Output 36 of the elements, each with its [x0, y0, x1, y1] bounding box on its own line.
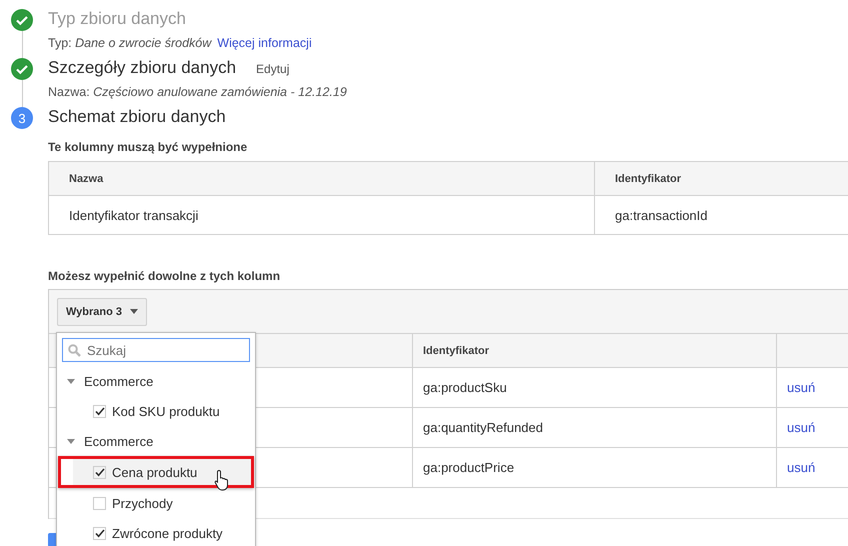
step-title: Szczegóły zbioru danych	[48, 58, 236, 78]
column-selector-button[interactable]: Wybrano 3	[57, 298, 148, 326]
detail-text: Typ: Dane o zwrocie środków	[48, 36, 212, 50]
menu-item[interactable]: Zwrócone produkty	[73, 521, 251, 545]
menu-item[interactable]: Kod SKU produktu	[73, 399, 251, 423]
remove-link[interactable]: usuń	[787, 420, 816, 435]
checkbox[interactable]	[93, 496, 106, 510]
column-header: Nazwa	[48, 162, 594, 196]
table-cell: ga:productSku	[412, 368, 776, 408]
checkbox[interactable]	[93, 466, 106, 478]
table-cell: ga:quantityRefunded	[412, 408, 776, 448]
table-cell: ga:productPrice	[412, 448, 776, 488]
step-title: Schemat zbioru danych	[48, 107, 226, 127]
column-header: Identyfikator	[594, 162, 848, 196]
step-number: 3	[11, 107, 33, 129]
section-heading: Te kolumny muszą być wypełnione	[48, 140, 248, 154]
hand-cursor-icon	[214, 469, 230, 491]
step-title: Typ zbioru danych	[48, 9, 186, 29]
remove-link[interactable]: usuń	[787, 380, 816, 395]
caret-icon	[67, 378, 75, 384]
detail-text: Nazwa: Częściowo anulowane zamówienia - 12.12.19	[48, 85, 347, 99]
more-info-link[interactable]: Więcej informacji	[217, 36, 312, 50]
group-header[interactable]: Ecommerce	[62, 426, 250, 456]
column-header: Identyfikator	[412, 334, 776, 368]
edit-button[interactable]: Edytuj	[256, 62, 290, 76]
checkbox[interactable]	[93, 404, 106, 418]
checkbox[interactable]	[93, 526, 106, 540]
caret-icon	[67, 438, 75, 444]
search-field[interactable]: Szukaj	[62, 338, 250, 362]
check-circle-icon	[11, 58, 33, 80]
section-heading: Możesz wypełnić dowolne z tych kolumn	[48, 269, 282, 283]
check-circle-icon	[11, 9, 33, 31]
menu-item[interactable]: Przychody	[73, 491, 251, 515]
remove-link[interactable]: usuń	[787, 460, 816, 475]
caret-icon	[130, 309, 138, 314]
table-cell: Identyfikator transakcji	[48, 196, 594, 234]
